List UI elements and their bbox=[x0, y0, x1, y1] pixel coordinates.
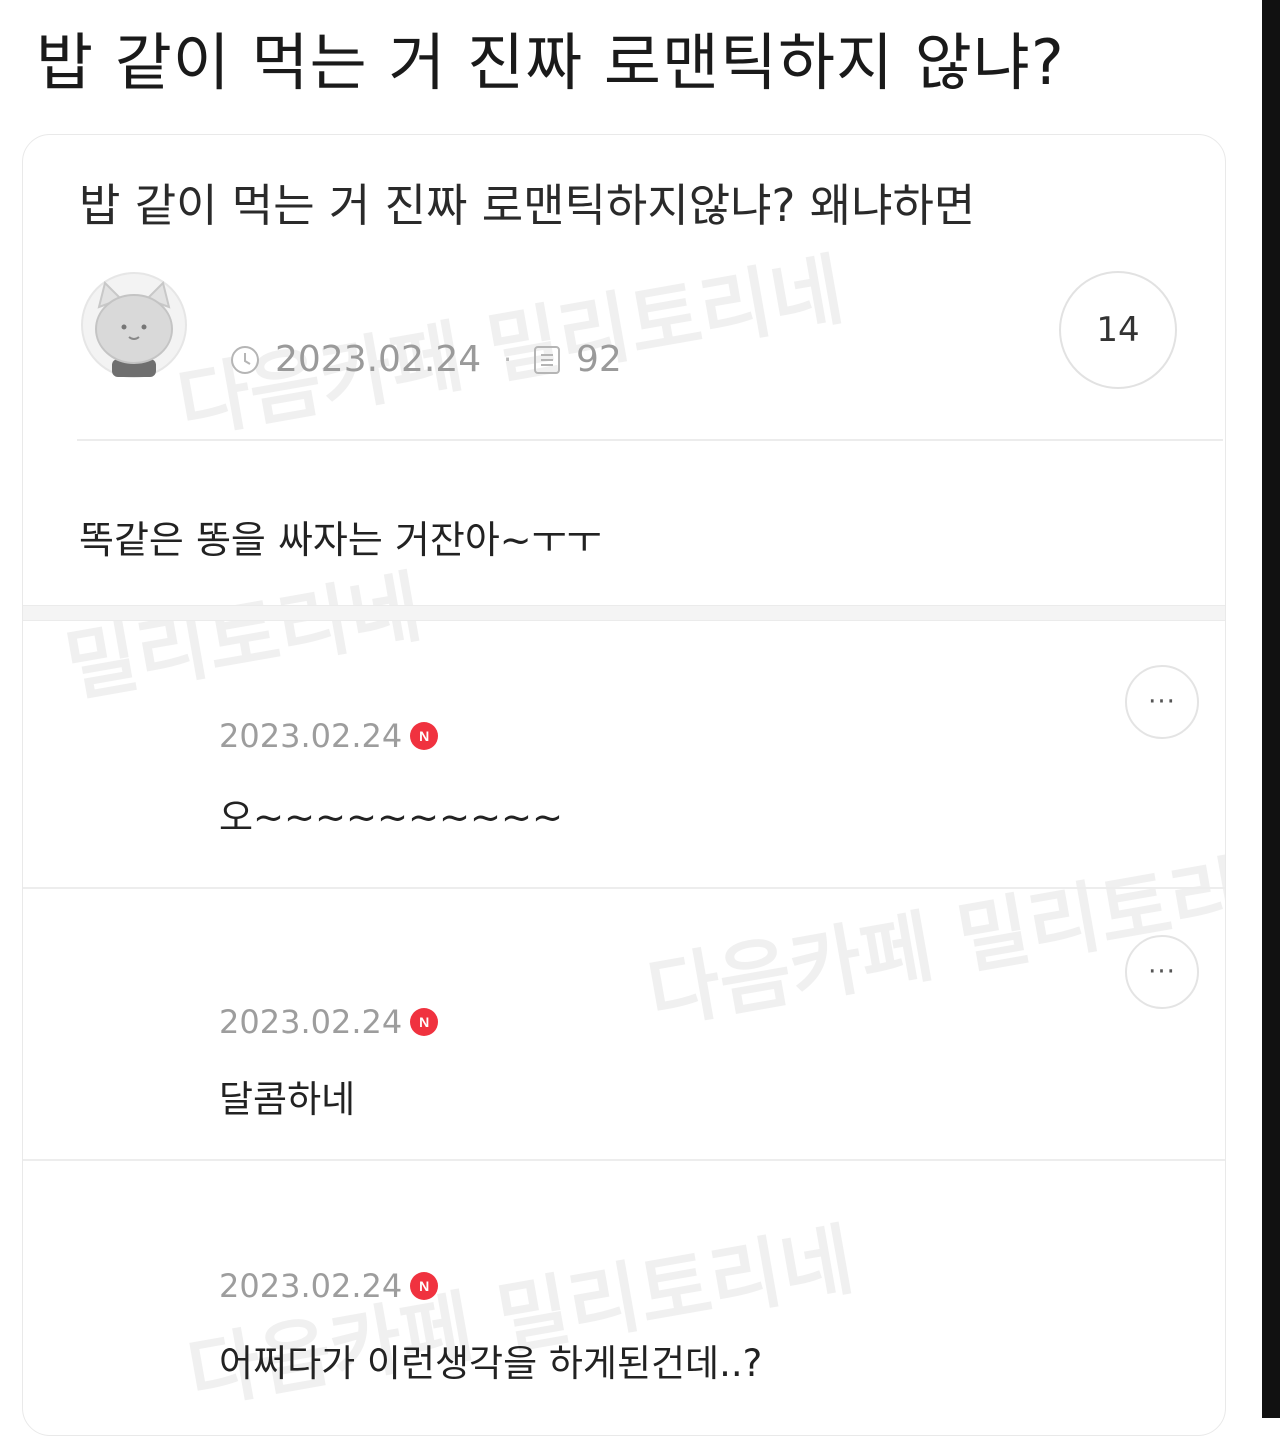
meta-separator: · bbox=[503, 343, 513, 376]
section-divider bbox=[23, 605, 1225, 621]
comment-item: ··· 2023.02.24 N 달콤하네 bbox=[23, 889, 1225, 1159]
comment-date: 2023.02.24 N bbox=[219, 717, 439, 755]
comment-date: 2023.02.24 N bbox=[219, 1003, 439, 1041]
clock-icon bbox=[229, 344, 261, 376]
new-badge: N bbox=[410, 722, 439, 750]
more-dots-icon[interactable]: ··· bbox=[1125, 665, 1199, 739]
post-card: 다음카페 밀리토리네 다음카페 밀리토리네 밀리토리네 다음카페 밀리토리네 밥… bbox=[22, 134, 1226, 1436]
comment-text: 달콤하네 bbox=[219, 1078, 356, 1121]
cat-avatar-icon bbox=[81, 272, 187, 378]
comment-date-text: 2023.02.24 bbox=[219, 717, 403, 755]
comment-item: ··· 2023.02.24 N 오~~~~~~~~~~ bbox=[23, 621, 1225, 887]
post-body: 똑같은 똥을 싸자는 거잔아~ㅜㅜ bbox=[79, 518, 602, 562]
comment-date-text: 2023.02.24 bbox=[219, 1267, 403, 1305]
comment-item: 2023.02.24 N 어쩌다가 이런생각을 하게된건데..? bbox=[23, 1161, 1225, 1435]
comment-text: 오~~~~~~~~~~ bbox=[219, 796, 564, 839]
screen-edge bbox=[1262, 0, 1280, 1418]
post-date: 2023.02.24 bbox=[275, 339, 482, 380]
comment-count-button[interactable]: 14 bbox=[1059, 271, 1177, 389]
new-badge: N bbox=[410, 1008, 439, 1036]
divider bbox=[77, 439, 1223, 441]
post-heading[interactable]: 밥 같이 먹는 거 진짜 로맨틱하지않냐? 왜냐하면 bbox=[79, 169, 975, 234]
more-dots-icon[interactable]: ··· bbox=[1125, 935, 1199, 1009]
document-icon bbox=[532, 344, 562, 376]
comment-date-text: 2023.02.24 bbox=[219, 1003, 403, 1041]
comment-date: 2023.02.24 N bbox=[219, 1267, 439, 1305]
new-badge: N bbox=[410, 1272, 439, 1300]
post-views: 92 bbox=[576, 339, 622, 380]
page-title: 밥 같이 먹는 거 진짜 로맨틱하지 않냐? bbox=[36, 26, 1065, 99]
comment-text: 어쩌다가 이런생각을 하게된건데..? bbox=[219, 1342, 763, 1385]
post-meta: 2023.02.24 · 92 bbox=[229, 339, 622, 380]
author-avatar[interactable] bbox=[79, 267, 189, 387]
